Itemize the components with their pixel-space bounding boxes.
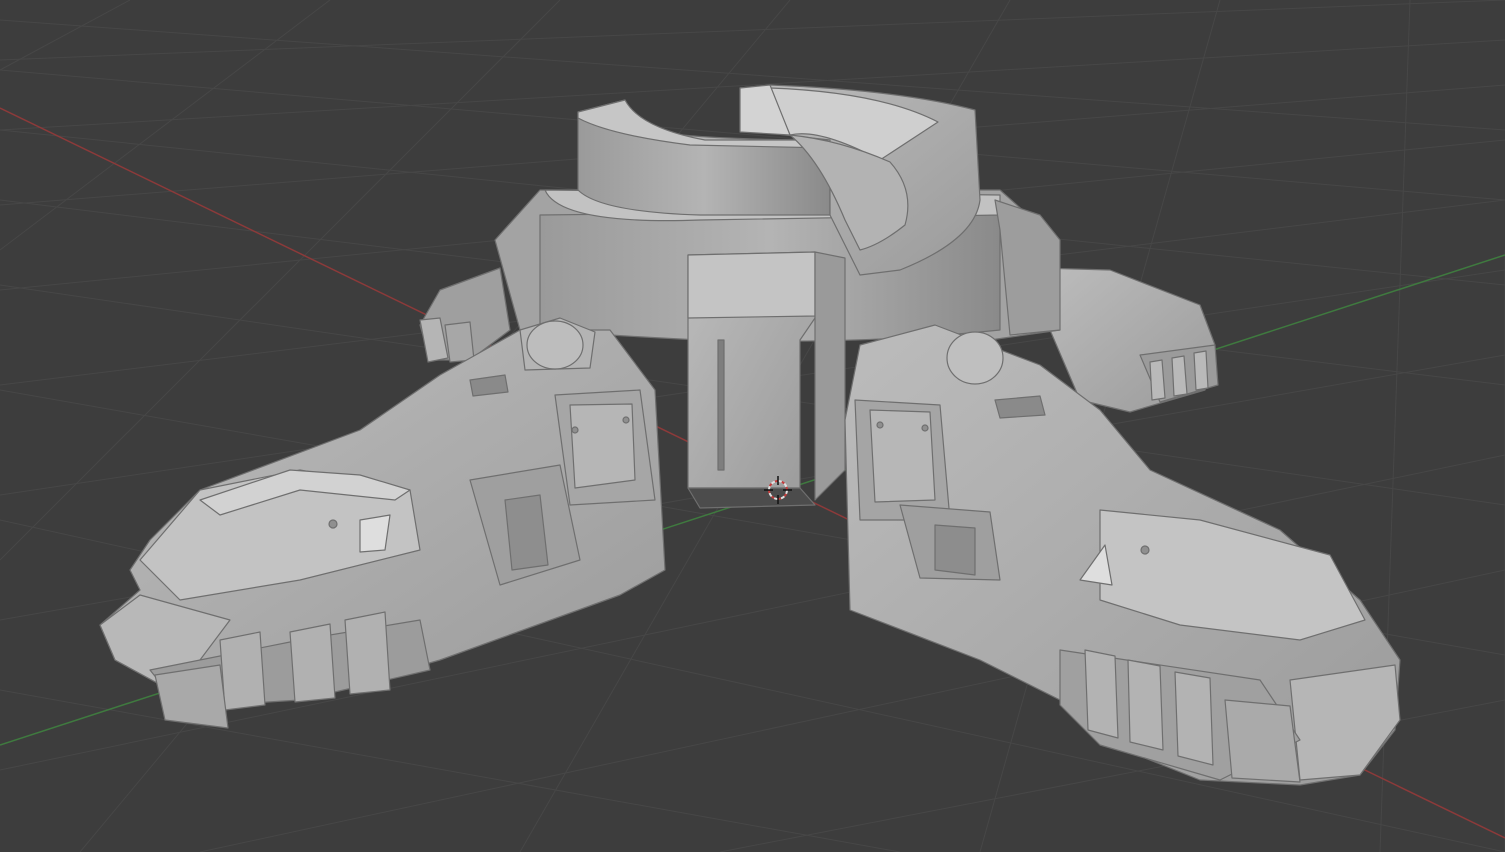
3d-model-base[interactable] bbox=[99, 84, 1401, 786]
3d-viewport[interactable] bbox=[0, 0, 1505, 852]
foot-front-left bbox=[99, 317, 666, 729]
